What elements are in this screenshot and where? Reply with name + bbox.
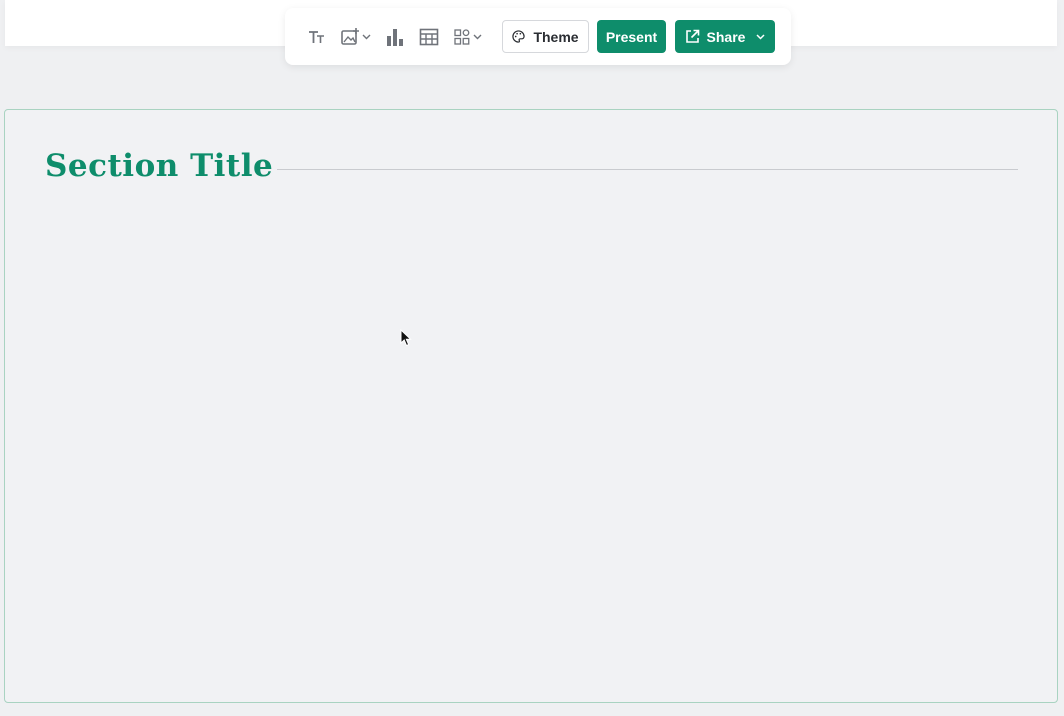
- section-title[interactable]: Section Title: [45, 148, 273, 184]
- chevron-down-icon: [756, 33, 765, 40]
- insert-text-button[interactable]: [305, 23, 329, 51]
- share-button-label: Share: [706, 28, 746, 45]
- bar-chart-icon: [387, 28, 403, 46]
- title-divider: [277, 169, 1018, 170]
- elements-icon: [454, 28, 470, 45]
- slide-card[interactable]: Section Title: [4, 109, 1058, 703]
- present-button[interactable]: Present: [597, 20, 666, 53]
- insert-image-dropdown[interactable]: [339, 23, 371, 51]
- insert-table-button[interactable]: [417, 23, 441, 51]
- palette-icon: [512, 30, 526, 43]
- insert-elements-dropdown[interactable]: [453, 23, 483, 51]
- text-icon: [309, 30, 324, 43]
- chevron-down-icon: [473, 34, 482, 39]
- share-button[interactable]: Share: [675, 20, 775, 53]
- table-icon: [419, 28, 439, 45]
- chevron-down-icon: [362, 34, 370, 39]
- present-button-label: Present: [605, 28, 658, 45]
- insert-chart-button[interactable]: [383, 23, 407, 51]
- editor-toolbar: Theme Present Share: [285, 8, 791, 65]
- image-add-icon: [340, 27, 359, 45]
- theme-button-label: Theme: [533, 28, 579, 45]
- theme-button[interactable]: Theme: [502, 20, 589, 53]
- external-link-icon: [685, 29, 699, 43]
- mouse-cursor-icon: [400, 329, 412, 347]
